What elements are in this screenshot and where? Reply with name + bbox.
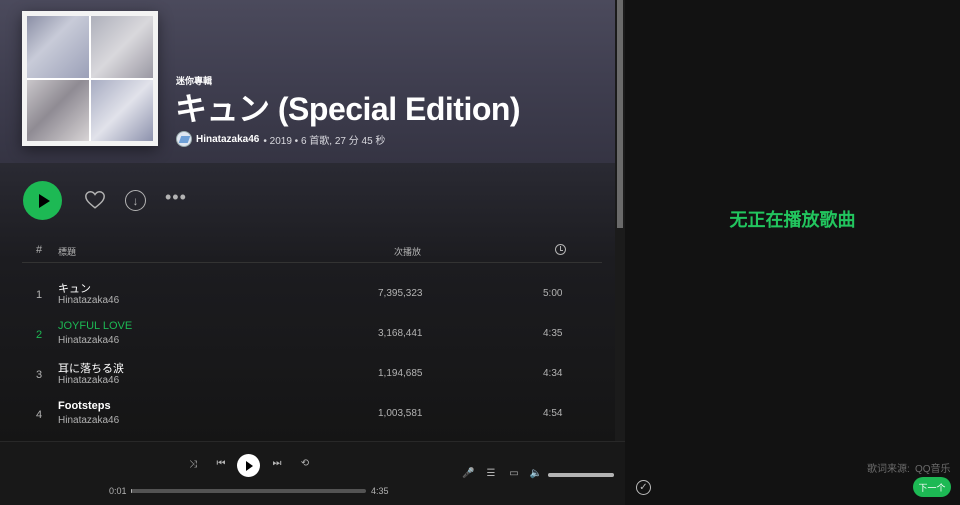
previous-icon[interactable]: ⏮ [215, 458, 227, 469]
column-title: 標題 [58, 247, 77, 257]
lyrics-panel: 无正在播放歌曲 歌词来源: QQ音乐 ✓ 下一个 [625, 0, 960, 505]
next-icon[interactable]: ⏭ [271, 458, 283, 469]
track-row[interactable]: 4 Footsteps Hinatazaka46 1,003,581 4:54 [22, 398, 602, 434]
track-artist[interactable]: Hinatazaka46 [58, 415, 119, 426]
clock-icon [555, 244, 566, 255]
track-number: 3 [36, 369, 43, 381]
track-duration: 5:00 [543, 288, 563, 299]
play-button[interactable] [23, 181, 62, 220]
artist-link[interactable]: Hinatazaka46 [196, 134, 259, 145]
lyrics-source-label: 歌词来源: [867, 464, 910, 475]
player-bar: ⤨ ⏮ ⏭ ⟲ 0:01 4:35 🎤 ☰ ▭ 🔈 [0, 441, 625, 505]
track-duration: 4:35 [543, 328, 563, 339]
no-song-message: 无正在播放歌曲 [729, 210, 856, 230]
album-meta: Hinatazaka46 • 2019 • 6 首歌, 27 分 45 秒 [176, 130, 385, 148]
cover-panel [27, 79, 89, 141]
more-options-icon[interactable]: ••• [165, 188, 187, 206]
play-pause-button[interactable] [237, 454, 260, 477]
lyrics-mic-icon[interactable]: 🎤 [462, 468, 474, 479]
scrollbar-thumb[interactable] [617, 0, 623, 228]
album-header: 迷你專輯 キュン (Special Edition) Hinatazaka46 … [0, 0, 615, 163]
check-icon[interactable]: ✓ [636, 480, 651, 495]
track-plays: 1,194,685 [378, 368, 423, 379]
cover-panel [27, 16, 89, 78]
track-plays: 7,395,323 [378, 288, 423, 299]
track-duration: 4:34 [543, 368, 563, 379]
total-time: 4:35 [371, 486, 389, 496]
track-plays: 1,003,581 [378, 408, 423, 419]
current-time: 0:01 [109, 486, 127, 496]
artist-avatar[interactable] [176, 131, 192, 147]
track-title: Footsteps [58, 400, 111, 412]
track-number: 1 [36, 289, 43, 301]
next-button[interactable]: 下一个 [913, 477, 951, 497]
album-details: • 2019 • 6 首歌, 27 分 45 秒 [263, 135, 386, 147]
track-artist[interactable]: Hinatazaka46 [58, 295, 119, 306]
album-cover [22, 11, 158, 146]
track-duration: 4:54 [543, 408, 563, 419]
lyrics-source-name: QQ音乐 [915, 464, 951, 475]
column-number: # [36, 244, 43, 256]
track-artist[interactable]: Hinatazaka46 [58, 335, 119, 346]
track-title: JOYFUL LOVE [58, 320, 133, 332]
download-icon[interactable]: ↓ [125, 190, 146, 211]
volume-icon[interactable]: 🔈 [529, 468, 543, 479]
repeat-icon[interactable]: ⟲ [298, 458, 312, 469]
track-row[interactable]: 1 キュン Hinatazaka46 7,395,323 5:00 [22, 278, 602, 314]
track-row[interactable]: 3 耳に落ちる涙 Hinatazaka46 1,194,685 4:34 [22, 358, 602, 394]
track-title: キュン [58, 283, 91, 295]
album-cover-image [27, 16, 153, 141]
track-table-header: # 標題 次播放 [22, 241, 602, 263]
shuffle-icon[interactable]: ⤨ [186, 459, 200, 470]
track-number: 2 [36, 329, 43, 341]
track-title: 耳に落ちる涙 [58, 363, 124, 375]
volume-fill [548, 473, 614, 477]
track-plays: 3,168,441 [378, 328, 423, 339]
track-artist[interactable]: Hinatazaka46 [58, 375, 119, 386]
heart-icon[interactable] [84, 189, 106, 211]
track-list-area: ↓ ••• # 標題 次播放 1 キュン Hinatazaka46 7,395,… [0, 163, 615, 441]
track-number: 4 [36, 409, 43, 421]
album-title: キュン (Special Edition) [175, 91, 521, 127]
cover-panel [91, 16, 153, 78]
connect-device-icon[interactable]: ▭ [507, 468, 521, 479]
track-row[interactable]: 2 JOYFUL LOVE Hinatazaka46 3,168,441 4:3… [22, 318, 602, 354]
queue-icon[interactable]: ☰ [484, 468, 498, 479]
cover-panel [91, 79, 153, 141]
progress-fill [131, 489, 132, 493]
progress-bar[interactable] [131, 489, 366, 493]
spotify-window: 迷你專輯 キュン (Special Edition) Hinatazaka46 … [0, 0, 625, 505]
volume-slider[interactable] [548, 473, 614, 477]
column-plays: 次播放 [394, 247, 422, 257]
